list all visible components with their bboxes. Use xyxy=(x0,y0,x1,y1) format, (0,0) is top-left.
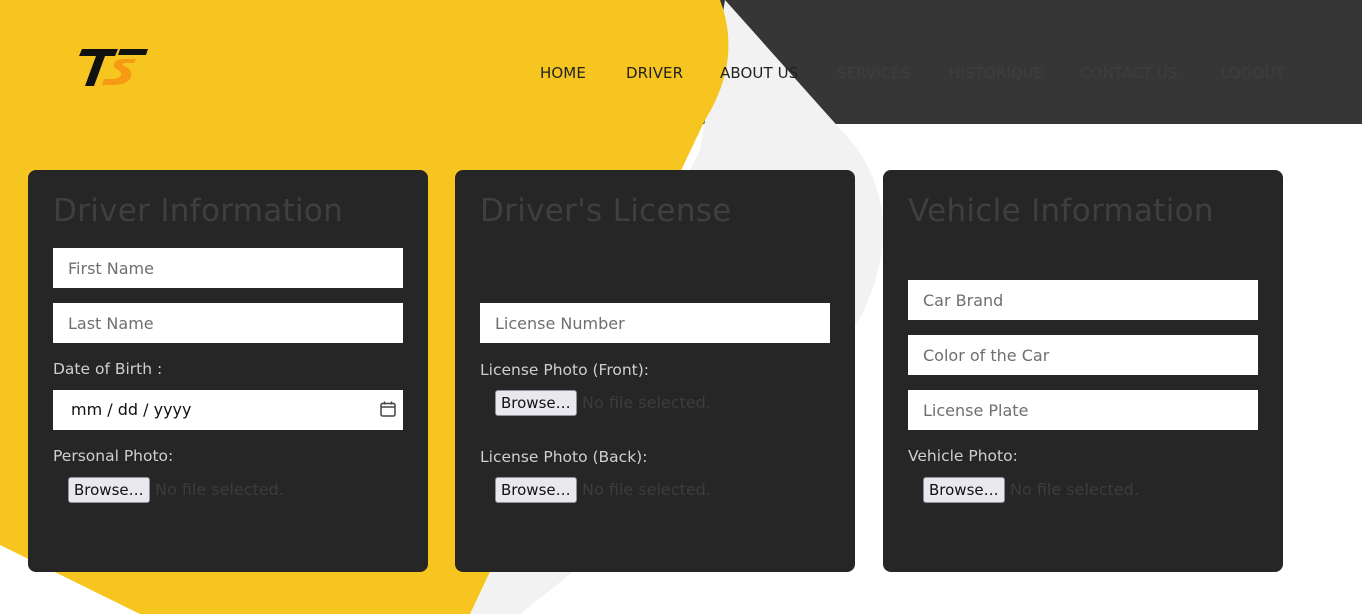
personal-photo-browse-button[interactable]: Browse… xyxy=(68,477,150,503)
license-number-input[interactable] xyxy=(480,303,830,343)
date-of-birth-label: Date of Birth : xyxy=(53,360,163,378)
license-front-status: No file selected. xyxy=(582,393,711,412)
date-of-birth-input[interactable]: mm / dd / yyyy xyxy=(53,390,403,430)
nav-services[interactable]: SERVICES xyxy=(837,64,911,82)
nav-contact-us[interactable]: CONTACT US xyxy=(1080,64,1177,82)
nav-driver[interactable]: DRIVER xyxy=(626,64,683,82)
license-back-browse-button[interactable]: Browse… xyxy=(495,477,577,503)
date-of-birth-value: mm / dd / yyyy xyxy=(71,400,192,419)
car-color-input[interactable] xyxy=(908,335,1258,375)
vehicle-information-title: Vehicle Information xyxy=(908,193,1214,229)
driver-information-title: Driver Information xyxy=(53,193,344,229)
license-front-label: License Photo (Front): xyxy=(480,361,650,379)
driver-information-card: Driver Information Date of Birth : mm / … xyxy=(28,170,428,572)
vehicle-photo-label: Vehicle Photo: xyxy=(908,447,1018,465)
license-plate-input[interactable] xyxy=(908,390,1258,430)
nav-home[interactable]: HOME xyxy=(540,64,586,82)
nav-historique[interactable]: HISTORIQUE xyxy=(949,64,1043,82)
license-back-status: No file selected. xyxy=(582,480,711,499)
nav-about-us[interactable]: ABOUT US xyxy=(720,64,798,82)
nav-logout[interactable]: LOGOUT xyxy=(1221,64,1285,82)
car-brand-input[interactable] xyxy=(908,280,1258,320)
personal-photo-label: Personal Photo: xyxy=(53,447,174,465)
calendar-icon[interactable] xyxy=(379,400,397,418)
vehicle-photo-browse-button[interactable]: Browse… xyxy=(923,477,1005,503)
drivers-license-card: Driver's License License Photo (Front): … xyxy=(455,170,855,572)
license-front-browse-button[interactable]: Browse… xyxy=(495,390,577,416)
vehicle-information-card: Vehicle Information Vehicle Photo: Brows… xyxy=(883,170,1283,572)
vehicle-photo-status: No file selected. xyxy=(1010,480,1139,499)
main-nav: HOME DRIVER ABOUT US SERVICES HISTORIQUE… xyxy=(0,64,1362,86)
last-name-input[interactable] xyxy=(53,303,403,343)
license-back-label: License Photo (Back): xyxy=(480,448,648,466)
personal-photo-status: No file selected. xyxy=(155,480,284,499)
drivers-license-title: Driver's License xyxy=(480,193,732,229)
first-name-input[interactable] xyxy=(53,248,403,288)
